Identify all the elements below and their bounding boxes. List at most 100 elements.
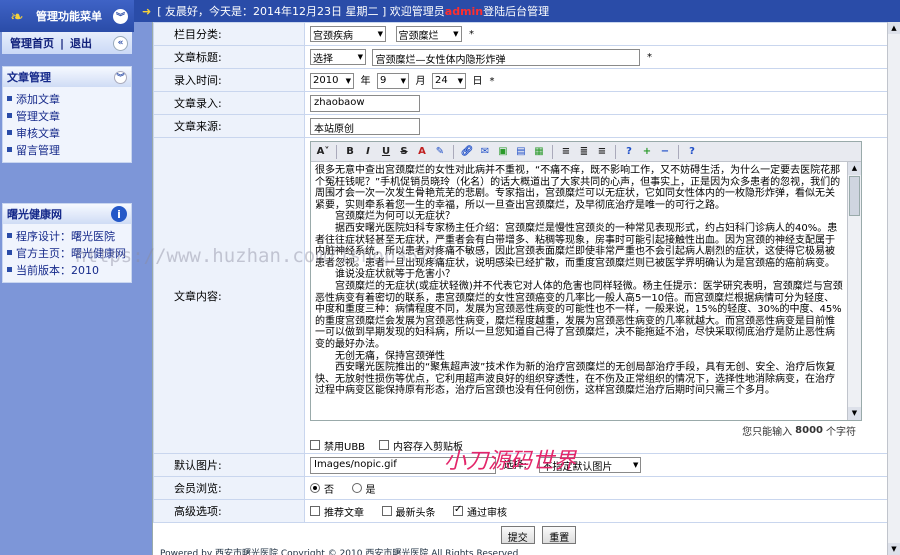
member-no-radio[interactable]: [310, 483, 320, 493]
recommend-checkbox[interactable]: [310, 506, 320, 516]
banana-logo-icon: ❧: [10, 6, 24, 26]
align-left-icon[interactable]: ≡: [558, 144, 574, 160]
email-icon[interactable]: ✉: [477, 144, 493, 160]
toolbar-separator: [615, 144, 616, 159]
month-select[interactable]: 9 ▼: [377, 72, 409, 89]
char-count-prefix: 您只能输入: [742, 426, 793, 438]
disable-ubb-checkbox[interactable]: [310, 440, 320, 450]
source-label: 文章来源:: [153, 114, 305, 138]
editor-scrollbar[interactable]: ▲ ▼: [847, 162, 861, 420]
info-item-label: 当前版本：2010: [16, 263, 99, 277]
member-yes-label: 是: [365, 484, 376, 496]
title-input[interactable]: 宫颈糜烂—女性体内隐形炸弹: [371, 48, 640, 66]
info-item-homepage[interactable]: 官方主页：曙光健康网: [5, 244, 131, 261]
underline-icon[interactable]: U: [378, 144, 394, 160]
page-scrollbar[interactable]: ▲ ▼: [887, 22, 900, 555]
media-icon[interactable]: ▤: [513, 144, 529, 160]
scroll-down-icon[interactable]: ▼: [888, 543, 900, 555]
scroll-up-icon[interactable]: ▲: [848, 162, 861, 175]
row-author: 文章录入: zhaobaow: [153, 91, 888, 115]
arrow-right-icon: ➜: [142, 4, 152, 18]
bullet-icon: [7, 130, 12, 135]
bullet-icon: [7, 113, 12, 118]
highlight-icon[interactable]: ✎: [432, 144, 448, 160]
title-prefix-select[interactable]: 选择 ▼: [310, 49, 366, 65]
content-paragraph: 西安曙光医院推出的“聚焦超声波”技术作为新的治疗宫颈糜烂的无创局部治疗手段，具有…: [315, 362, 836, 397]
nav-separator: |: [60, 36, 65, 50]
article-box-title[interactable]: 文章管理 ︾: [3, 67, 131, 87]
main-content: 栏目分类: 宫颈疾病 ▼ 宫颈糜烂 ▼ * 文章标题: 选择 ▼ 宫颈糜烂—女性体内隐…: [152, 22, 900, 555]
content-paragraph: 宫颈糜烂的无症状(或症状轻微)并不代表它对人体的危害也同样轻微。杨主任提示：医学…: [315, 280, 843, 350]
shrink-icon[interactable]: −: [657, 144, 673, 160]
sidebar-item-messages[interactable]: 留言管理: [5, 141, 131, 158]
scroll-down-icon[interactable]: ▼: [848, 407, 861, 420]
toolbar-separator: [336, 144, 337, 159]
bullet-icon: [7, 147, 12, 152]
font-size-icon[interactable]: A˅: [315, 144, 331, 160]
scroll-thumb[interactable]: [849, 176, 860, 216]
hide-sidebar-icon[interactable]: «: [113, 35, 128, 51]
bullet-icon: [7, 250, 12, 255]
align-center-icon[interactable]: ≣: [576, 144, 592, 160]
char-count-value: 8000: [795, 424, 823, 436]
headline-checkbox[interactable]: [381, 506, 392, 516]
submit-button[interactable]: 提交: [500, 525, 535, 544]
info-item-label: 官方主页：曙光健康网: [16, 246, 126, 260]
article-management-box: 文章管理 ︾ 添加文章 管理文章 审核文章 留言管理: [2, 66, 132, 163]
scroll-up-icon[interactable]: ▲: [888, 22, 900, 34]
approved-label: 通过审核: [467, 507, 507, 519]
row-advanced: 高级选项: 推荐文章 最新头条 通过审核: [153, 499, 888, 523]
member-yes-radio[interactable]: [351, 483, 362, 493]
collapse-menu-icon[interactable]: ︾: [113, 8, 128, 24]
reset-button[interactable]: 重置: [542, 525, 577, 544]
expand-icon[interactable]: +: [639, 144, 655, 160]
link-icon[interactable]: 🔗︎: [459, 144, 475, 160]
top-bar: ➜ [ 友晨好，今天是：2014年12月23日 星期二 ] 欢迎管理员 admi…: [134, 0, 900, 22]
content-paragraph: 无创无痛，保持宫颈弹性: [315, 350, 445, 362]
font-color-icon[interactable]: A: [414, 144, 430, 160]
toolbar-separator: [678, 144, 679, 159]
info-item-version: 当前版本：2010: [5, 261, 131, 278]
sidebar-header: ❧ 管理功能菜单 ︾: [0, 0, 134, 32]
nav-home-link[interactable]: 管理首页: [10, 35, 54, 51]
member-label: 会员浏览:: [153, 476, 305, 500]
sidebar-item-review-article[interactable]: 审核文章: [5, 124, 131, 141]
chevron-down-icon[interactable]: ︾: [114, 70, 127, 84]
sidebar-item-add-article[interactable]: 添加文章: [5, 90, 131, 107]
day-select[interactable]: 24 ▼: [432, 72, 466, 89]
italic-icon[interactable]: I: [360, 144, 376, 160]
chevron-down-icon: ▼: [632, 461, 639, 470]
save-clipboard-checkbox[interactable]: [379, 440, 390, 450]
month-unit: 月: [415, 75, 426, 87]
sidebar-nav: 管理首页 | 退出 «: [2, 32, 132, 54]
editor-content[interactable]: 很多无意中查出宫颈糜烂的女性对此病并不重视，“不痛不痒，既不影响工作，又不妨碍生…: [311, 162, 861, 420]
help-icon[interactable]: ?: [621, 144, 637, 160]
subcategory-select[interactable]: 宫颈糜烂 ▼: [395, 26, 462, 42]
year-unit: 年: [360, 75, 371, 87]
chevron-down-icon: ▼: [453, 30, 459, 38]
required-star: *: [647, 52, 652, 63]
sidebar-item-label: 管理文章: [16, 109, 60, 123]
align-right-icon[interactable]: ≡: [594, 144, 610, 160]
strikethrough-icon[interactable]: S: [396, 144, 412, 160]
char-counter: 您只能输入 8000 个字符: [310, 423, 862, 438]
image-label: 默认图片:: [153, 453, 305, 477]
author-input[interactable]: zhaobaow: [310, 94, 420, 112]
bold-icon[interactable]: B: [342, 144, 358, 160]
sidebar-item-manage-article[interactable]: 管理文章: [5, 107, 131, 124]
rich-text-editor: A˅ B I U S A ✎ 🔗︎ ✉ ▣ ▤ ▦ ≡ ≣ ≡ ? + − ? …: [310, 141, 862, 421]
approved-checkbox[interactable]: [453, 504, 463, 516]
greeting-text: [ 友晨好，今天是：2014年12月23日 星期二 ] 欢迎管理员: [157, 5, 445, 18]
flash-icon[interactable]: ▦: [531, 144, 547, 160]
toolbar-separator: [552, 144, 553, 159]
year-select[interactable]: 2010 ▼: [310, 72, 354, 89]
category-select[interactable]: 宫颈疾病 ▼: [310, 26, 386, 42]
row-title: 文章标题: 选择 ▼ 宫颈糜烂—女性体内隐形炸弹 *: [153, 45, 888, 69]
brand-watermark: 小刀源码世界: [444, 449, 577, 474]
image-icon[interactable]: ▣: [495, 144, 511, 160]
nav-logout-link[interactable]: 退出: [70, 35, 92, 51]
chevron-down-icon: ▼: [457, 76, 463, 85]
content-paragraph: 宫颈糜烂为何可以无症状？: [315, 211, 455, 223]
source-input[interactable]: 本站原创: [310, 117, 420, 135]
about-icon[interactable]: ?: [684, 144, 700, 160]
